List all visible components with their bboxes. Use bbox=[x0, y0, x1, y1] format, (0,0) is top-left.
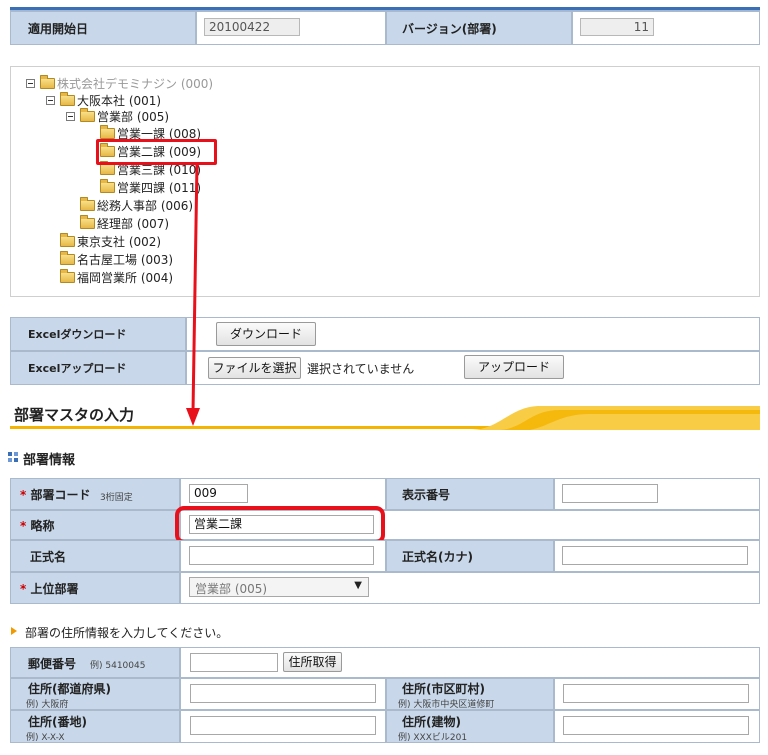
pref-hint: 例) 大阪府 bbox=[26, 700, 69, 710]
folder-icon bbox=[60, 251, 75, 265]
parent-dept-select[interactable]: 営業部 (005) ▼ bbox=[189, 577, 369, 597]
abbr-label: * 略称 bbox=[20, 519, 55, 533]
tree-node-accounting[interactable]: 経理部 (007) bbox=[80, 215, 169, 232]
folder-icon bbox=[80, 108, 95, 122]
folder-icon bbox=[60, 92, 75, 106]
building-label: 住所(建物) bbox=[402, 715, 461, 729]
tree-node-fukuoka[interactable]: 福岡営業所 (004) bbox=[60, 269, 173, 286]
triangle-right-icon bbox=[11, 627, 17, 635]
dept-code-input[interactable]: 009 bbox=[189, 484, 248, 503]
zip-label: 郵便番号 bbox=[28, 657, 77, 671]
required-mark: * bbox=[20, 488, 27, 502]
dept-code-label: * 部署コード bbox=[20, 488, 91, 502]
display-no-label: 表示番号 bbox=[402, 488, 451, 502]
pref-input[interactable] bbox=[190, 684, 376, 703]
dept-code-hint: 3桁固定 bbox=[100, 493, 133, 503]
tree-node-nagoya[interactable]: 名古屋工場 (003) bbox=[60, 251, 173, 268]
folder-icon bbox=[80, 197, 95, 211]
zip-input[interactable] bbox=[190, 653, 278, 672]
get-address-button[interactable]: 住所取得 bbox=[283, 652, 342, 672]
tree-node-general-affairs[interactable]: 総務人事部 (006) bbox=[80, 197, 193, 214]
parent-dept-selected-value: 営業部 (005) bbox=[195, 582, 268, 596]
section-title: 部署マスタの入力 bbox=[14, 406, 135, 424]
version-label: バージョン(部署) bbox=[402, 22, 497, 36]
tree-node-tokyo[interactable]: 東京支社 (002) bbox=[60, 233, 161, 250]
subsection-title: 部署情報 bbox=[23, 453, 76, 468]
city-label: 住所(市区町村) bbox=[402, 682, 485, 696]
upload-button[interactable]: アップロード bbox=[464, 355, 564, 379]
building-input[interactable] bbox=[563, 716, 749, 735]
folder-icon bbox=[60, 233, 75, 247]
folder-icon bbox=[80, 215, 95, 229]
collapse-toggle-root[interactable] bbox=[26, 79, 35, 88]
choose-file-button[interactable]: ファイルを選択 bbox=[208, 357, 301, 379]
folder-icon bbox=[100, 179, 115, 193]
subsection-icon bbox=[8, 452, 19, 462]
version-field[interactable]: 11 bbox=[580, 18, 654, 36]
collapse-toggle-sales[interactable] bbox=[66, 112, 75, 121]
folder-icon bbox=[40, 75, 55, 89]
street-label: 住所(番地) bbox=[28, 715, 87, 729]
pref-label: 住所(都道府県) bbox=[28, 682, 111, 696]
excel-download-label: Excelダウンロード bbox=[28, 328, 127, 341]
chevron-down-icon: ▼ bbox=[354, 580, 362, 591]
street-hint: 例) X-X-X bbox=[26, 733, 65, 743]
excel-upload-label: Excelアップロード bbox=[28, 362, 127, 375]
pointer-arrow bbox=[186, 161, 200, 426]
no-file-selected-text: 選択されていません bbox=[307, 362, 415, 376]
formal-kana-input[interactable] bbox=[562, 546, 748, 565]
building-hint: 例) XXXビル201 bbox=[398, 733, 468, 743]
tree-node-root[interactable]: 株式会社デモミナジン (000) bbox=[40, 75, 213, 92]
effective-date-field[interactable]: 20100422 bbox=[204, 18, 300, 36]
required-mark: * bbox=[20, 582, 27, 596]
display-no-input[interactable] bbox=[562, 484, 658, 503]
city-input[interactable] bbox=[563, 684, 749, 703]
formal-name-label: 正式名 bbox=[30, 550, 67, 564]
tree-node-sales[interactable]: 営業部 (005) bbox=[80, 108, 169, 125]
folder-icon bbox=[100, 161, 115, 175]
address-note: 部署の住所情報を入力してください。 bbox=[25, 626, 229, 640]
street-input[interactable] bbox=[190, 716, 376, 735]
effective-date-label: 適用開始日 bbox=[28, 22, 89, 36]
download-button[interactable]: ダウンロード bbox=[216, 322, 316, 346]
formal-kana-label: 正式名(カナ) bbox=[402, 550, 473, 564]
zip-hint: 例) 5410045 bbox=[90, 661, 146, 671]
required-mark: * bbox=[20, 519, 27, 533]
abbr-input-highlight bbox=[175, 506, 385, 544]
collapse-toggle-osaka[interactable] bbox=[46, 96, 55, 105]
folder-icon bbox=[100, 125, 115, 139]
section-header-swoosh bbox=[470, 406, 760, 430]
folder-icon bbox=[60, 269, 75, 283]
parent-dept-label: * 上位部署 bbox=[20, 582, 79, 596]
tree-node-osaka[interactable]: 大阪本社 (001) bbox=[60, 92, 161, 109]
formal-name-input[interactable] bbox=[189, 546, 374, 565]
city-hint: 例) 大阪市中央区道修町 bbox=[398, 700, 495, 710]
